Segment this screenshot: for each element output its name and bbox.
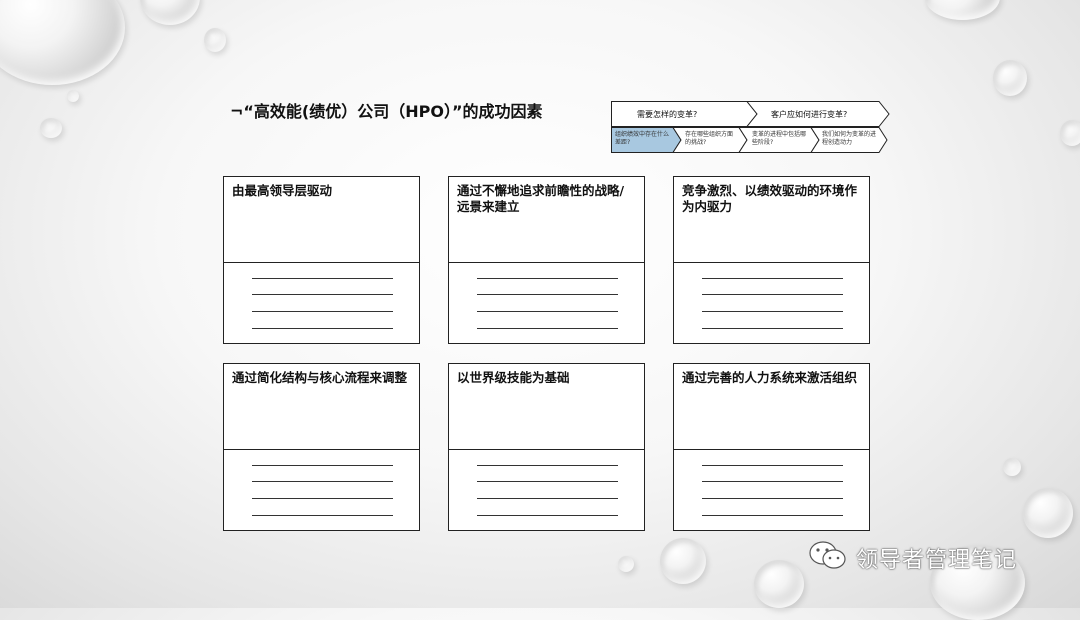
blank-line: [477, 481, 618, 482]
watermark-text: 领导者管理笔记: [856, 548, 1018, 573]
blank-line: [252, 498, 393, 499]
blank-line: [477, 515, 618, 516]
blank-line: [477, 278, 618, 279]
factor-card: 通过简化结构与核心流程来调整: [223, 363, 420, 531]
process-step-2: 存在哪些组织方面的挑战?: [685, 131, 734, 146]
factor-card: 由最高领导层驱动: [223, 176, 420, 344]
water-drop-decoration: [204, 28, 226, 52]
slide-title: ¬“高效能(绩优）公司（HPO）”的成功因素: [230, 102, 543, 121]
factor-card-heading: 由最高领导层驱动: [224, 177, 419, 263]
process-step-3: 变革的进程中包括哪些阶段?: [752, 131, 807, 146]
factor-card-heading: 竞争激烈、以绩效驱动的环境作为内驱力: [674, 177, 869, 263]
blank-line: [702, 328, 843, 329]
factor-card: 以世界级技能为基础: [448, 363, 645, 531]
blank-line: [252, 481, 393, 482]
water-drop-decoration: [1060, 120, 1080, 146]
blank-line: [702, 465, 843, 466]
blank-line: [252, 278, 393, 279]
blank-line: [252, 311, 393, 312]
factor-card: 竞争激烈、以绩效驱动的环境作为内驱力: [673, 176, 870, 344]
blank-line: [252, 465, 393, 466]
blank-line: [477, 498, 618, 499]
watermark: 领导者管理笔记: [808, 540, 1017, 576]
water-drop-decoration: [40, 118, 62, 138]
blank-line: [477, 328, 618, 329]
factor-card-heading: 通过不懈地追求前瞻性的战略/远景来建立: [449, 177, 644, 263]
water-drop-decoration: [993, 60, 1027, 96]
blank-line: [252, 515, 393, 516]
water-drop-decoration: [67, 90, 79, 102]
blank-line: [252, 328, 393, 329]
blank-line: [477, 311, 618, 312]
process-step-4: 我们如何为变革的进程创造动力: [822, 131, 877, 146]
blank-line: [702, 294, 843, 295]
process-stage-2-label: 客户应如何进行变革?: [771, 110, 848, 119]
water-drop-decoration: [618, 556, 634, 572]
water-drop-decoration: [925, 0, 1000, 20]
factor-card-heading: 以世界级技能为基础: [449, 364, 644, 450]
water-drop-decoration: [0, 0, 125, 85]
wechat-icon: [808, 539, 848, 577]
water-drop-decoration: [754, 560, 804, 608]
blank-line: [702, 481, 843, 482]
factor-card: 通过不懈地追求前瞻性的战略/远景来建立: [448, 176, 645, 344]
blank-line: [702, 278, 843, 279]
water-drop-decoration: [1003, 458, 1021, 476]
blank-line: [252, 294, 393, 295]
process-step-1: 组织绩效中存在什么差距?: [615, 131, 670, 146]
factor-card-heading: 通过完善的人力系统来激活组织: [674, 364, 869, 450]
blank-line: [702, 515, 843, 516]
blank-line: [702, 498, 843, 499]
blank-line: [477, 294, 618, 295]
blank-line: [477, 465, 618, 466]
blank-line: [702, 311, 843, 312]
water-drop-decoration: [1023, 488, 1073, 538]
factor-card-heading: 通过简化结构与核心流程来调整: [224, 364, 419, 450]
water-drop-decoration: [140, 0, 200, 25]
water-drop-decoration: [660, 538, 706, 584]
factor-card: 通过完善的人力系统来激活组织: [673, 363, 870, 531]
process-stage-1-label: 需要怎样的变革?: [637, 110, 698, 119]
change-process-diagram: 需要怎样的变革? 客户应如何进行变革? 组织绩效中存在什么差距? 存在哪些组织方…: [611, 101, 891, 153]
